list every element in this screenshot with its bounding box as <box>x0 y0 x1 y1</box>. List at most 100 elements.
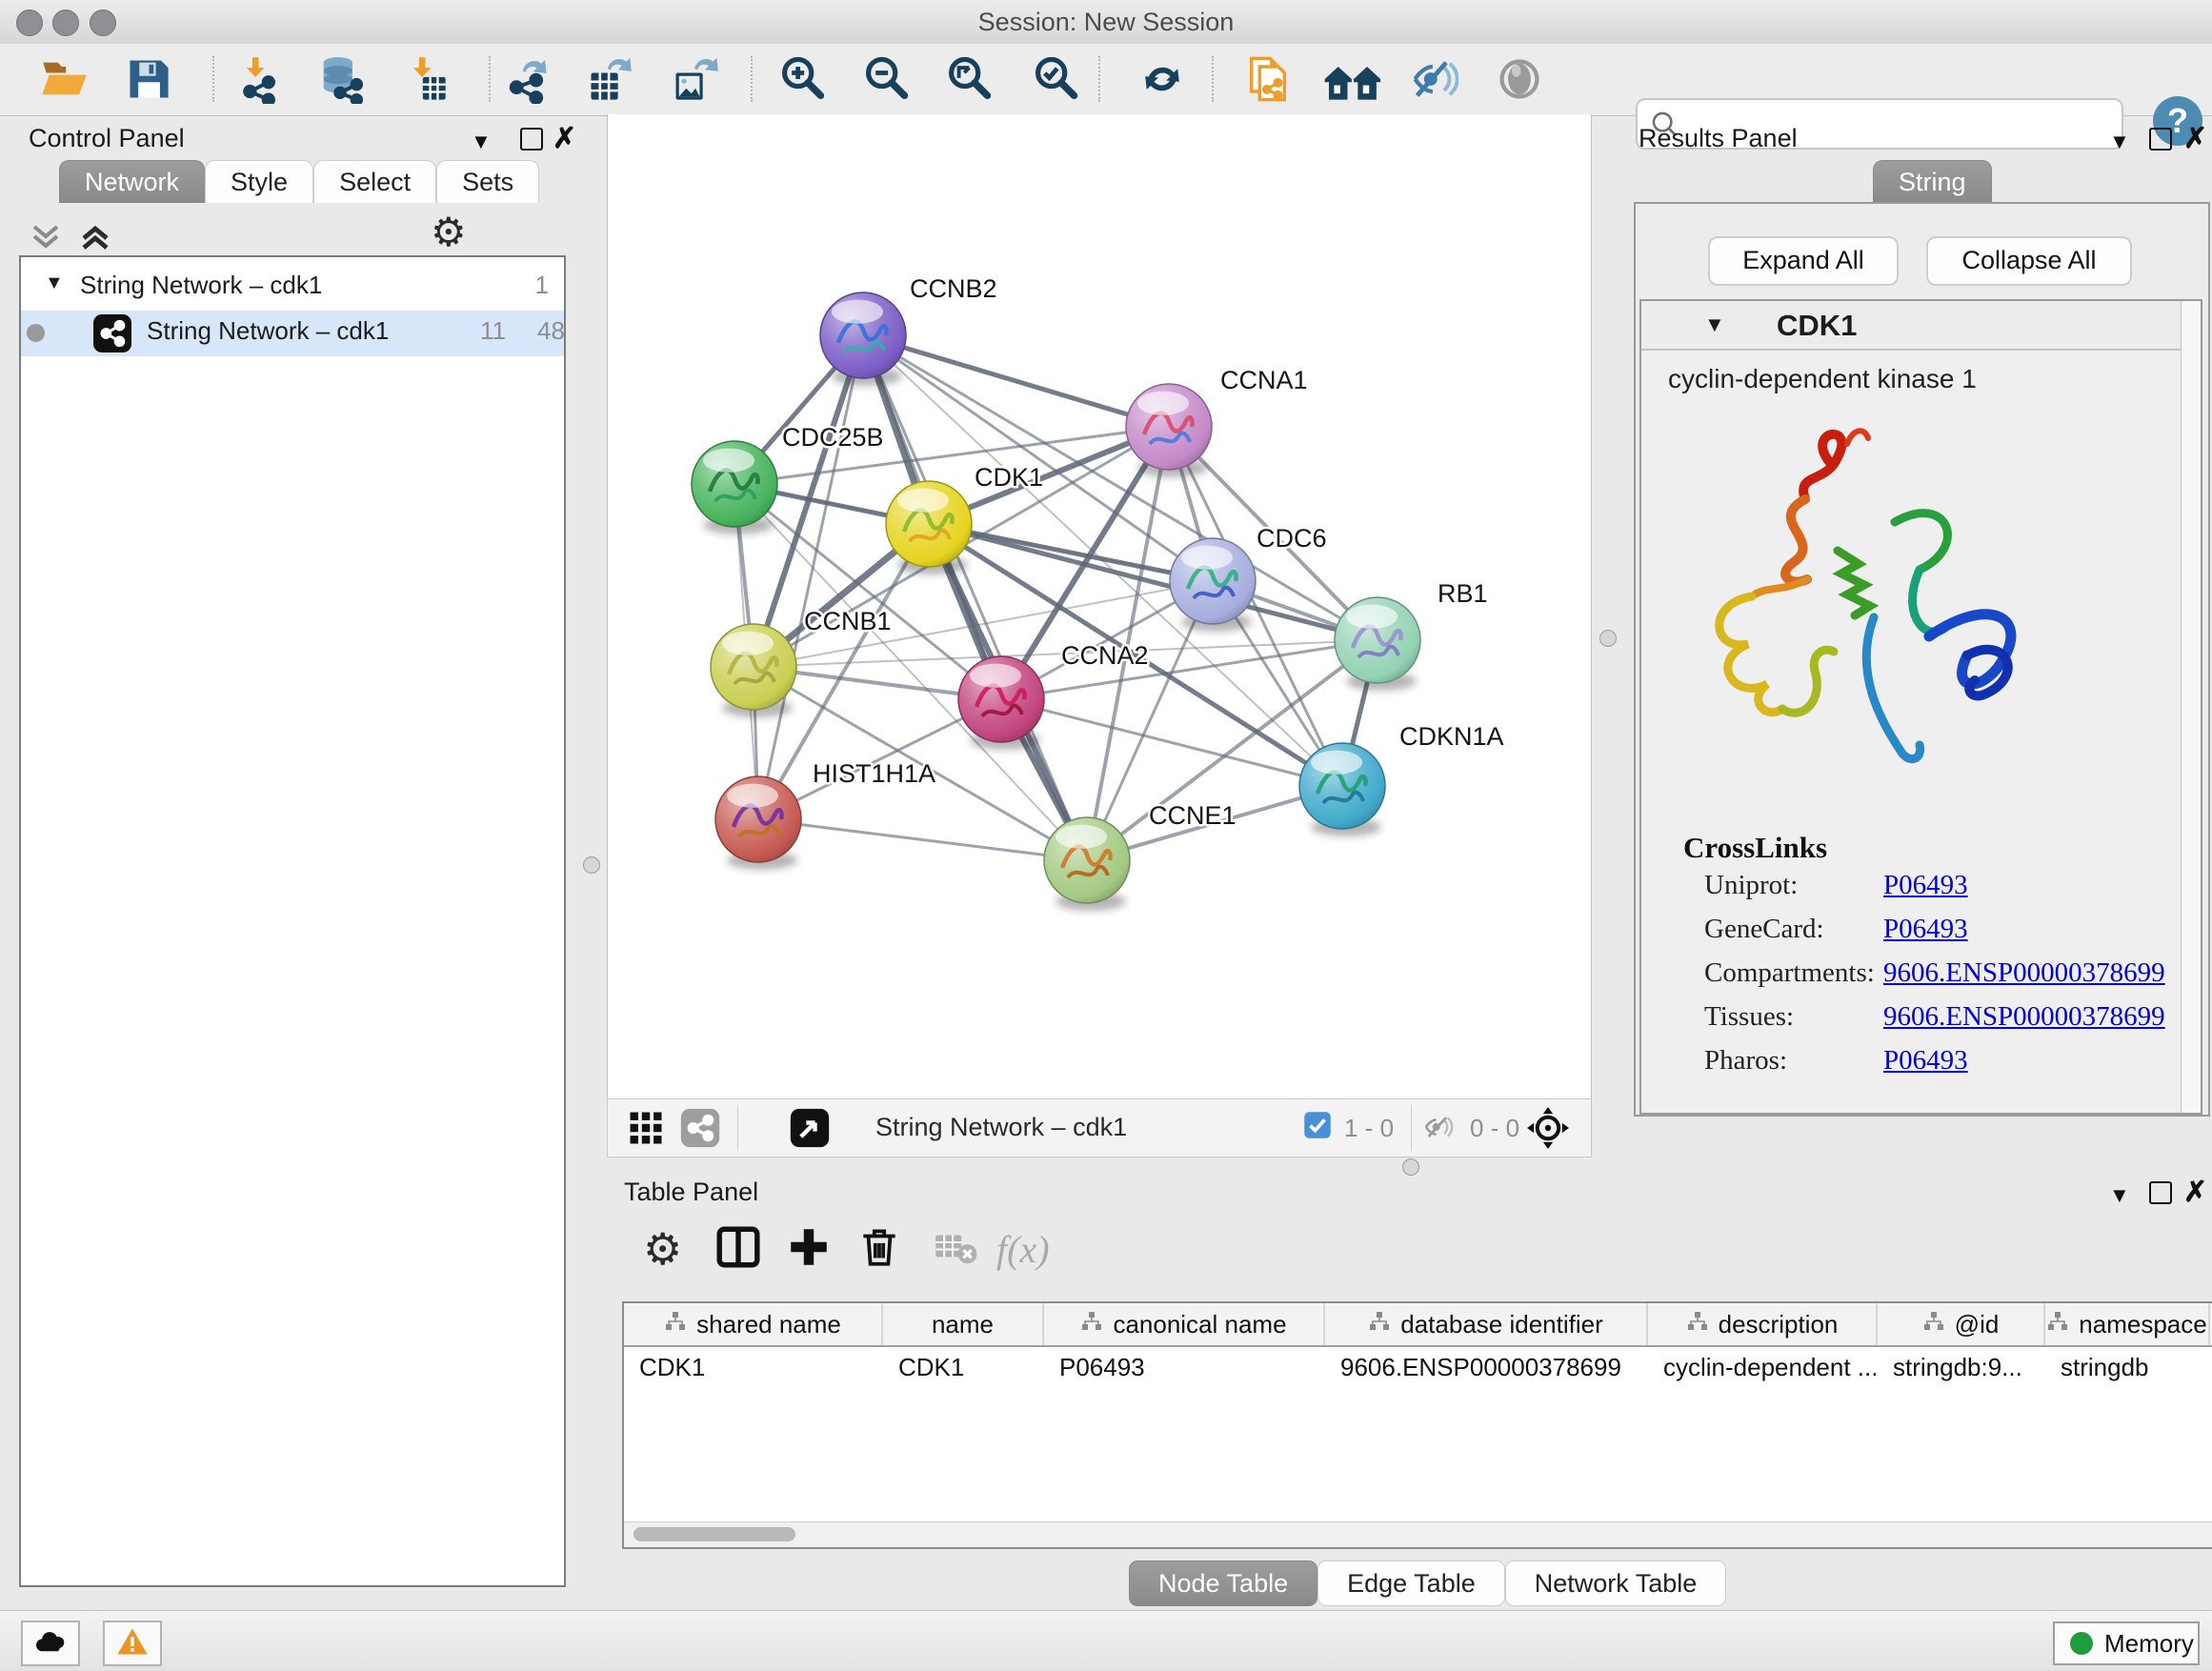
collapse-all-chevron-icon[interactable] <box>76 223 114 252</box>
zoom-in-icon[interactable] <box>777 54 827 104</box>
results-scrollbar[interactable] <box>2181 301 2201 1113</box>
copy-network-icon[interactable] <box>1243 54 1293 104</box>
show-all-icon[interactable] <box>1495 54 1544 104</box>
network-edge[interactable] <box>758 335 863 819</box>
left-splitter-handle[interactable] <box>583 856 600 874</box>
cloud-status-button[interactable] <box>21 1621 80 1666</box>
crosslink-link[interactable]: P06493 <box>1883 870 1968 901</box>
zoom-out-icon[interactable] <box>861 54 911 104</box>
network-view-icon[interactable] <box>679 1107 721 1149</box>
column-header-database-identifier[interactable]: database identifier <box>1325 1303 1648 1345</box>
right-splitter-handle[interactable] <box>1599 630 1617 647</box>
selected-checkbox-icon[interactable] <box>1303 1111 1332 1139</box>
network-collection-row[interactable]: ▼ String Network – cdk1 1 <box>21 265 564 311</box>
table-horizontal-scrollbar[interactable] <box>624 1521 2212 1547</box>
network-node-CCNE1[interactable] <box>1044 817 1130 911</box>
network-node-CDK1[interactable] <box>886 481 972 574</box>
control-panel-close-icon[interactable]: ✗ <box>553 122 576 155</box>
show-columns-icon[interactable] <box>714 1223 762 1271</box>
network-edge[interactable] <box>1001 699 1342 786</box>
delete-table-icon[interactable] <box>932 1223 979 1271</box>
network-options-gear-icon[interactable]: ⚙ <box>431 213 467 252</box>
network-node-CCNB1[interactable] <box>711 624 796 717</box>
hide-selected-icon[interactable] <box>1409 54 1458 104</box>
cdk1-collapse-icon[interactable]: ▼ <box>1704 312 1725 337</box>
network-node-RB1[interactable] <box>1335 597 1420 691</box>
network-node-CDC6[interactable] <box>1170 538 1256 632</box>
network-node-CDC25B[interactable] <box>692 441 777 534</box>
open-session-icon[interactable] <box>39 54 89 104</box>
add-column-icon[interactable] <box>785 1223 833 1271</box>
warnings-button[interactable] <box>103 1621 162 1666</box>
open-in-window-icon[interactable] <box>789 1107 831 1149</box>
results-panel-close-icon[interactable]: ✗ <box>2183 122 2207 155</box>
tab-network[interactable]: Network <box>59 160 205 203</box>
column-header-name[interactable]: name <box>883 1303 1044 1345</box>
control-panel-collapse-icon[interactable]: ▼ <box>471 130 492 154</box>
crosslink-link[interactable]: 9606.ENSP00000378699 <box>1883 957 2165 989</box>
table-panel-collapse-icon[interactable]: ▼ <box>2109 1183 2130 1208</box>
crosslink-link[interactable]: 9606.ENSP00000378699 <box>1883 1001 2165 1033</box>
import-network-database-icon[interactable] <box>315 54 365 104</box>
table-row[interactable]: CDK1CDK1P064939606.ENSP00000378699cyclin… <box>624 1347 2212 1389</box>
tab-string[interactable]: String <box>1873 160 1992 203</box>
table-cell[interactable]: cyclin-dependent ... <box>1648 1347 1878 1389</box>
import-network-file-icon[interactable] <box>233 54 283 104</box>
delete-column-icon[interactable] <box>855 1223 903 1271</box>
column-header-shared-name[interactable]: shared name <box>624 1303 883 1345</box>
network-edge[interactable] <box>863 335 1169 427</box>
expand-all-button[interactable]: Expand All <box>1708 236 1899 286</box>
column-header-canonical-name[interactable]: canonical name <box>1044 1303 1325 1345</box>
zoom-selected-icon[interactable] <box>1031 54 1080 104</box>
bottom-splitter-handle[interactable] <box>1402 1158 1419 1176</box>
crosslink-link[interactable]: P06493 <box>1883 1045 1968 1077</box>
network-canvas[interactable]: CCNB2CCNA1CDC25BCDK1CDC6RB1CCNB1CCNA2CDK… <box>607 114 1592 1098</box>
cdk1-section-header[interactable]: ▼ CDK1 <box>1641 301 2201 351</box>
tab-network-table[interactable]: Network Table <box>1505 1560 1727 1606</box>
table-cell[interactable]: P06493 <box>1044 1347 1325 1389</box>
tab-select[interactable]: Select <box>313 160 436 203</box>
table-cell[interactable]: 9606.ENSP00000378699 <box>1325 1347 1648 1389</box>
tab-node-table[interactable]: Node Table <box>1129 1560 1317 1606</box>
table-panel-float-icon[interactable] <box>2149 1181 2172 1204</box>
grid-view-icon[interactable] <box>625 1107 667 1149</box>
table-cell[interactable]: CDK1 <box>883 1347 1044 1389</box>
expand-all-chevron-icon[interactable] <box>27 223 65 252</box>
export-table-icon[interactable] <box>585 54 634 104</box>
network-node-CDKN1A[interactable] <box>1299 743 1385 836</box>
column-header--id[interactable]: @id <box>1878 1303 2045 1345</box>
collection-expand-icon[interactable]: ▼ <box>45 272 64 294</box>
network-row-selected[interactable]: String Network – cdk1 11 48 <box>21 311 564 356</box>
results-panel-collapse-icon[interactable]: ▼ <box>2109 130 2130 154</box>
hidden-eye-icon[interactable] <box>1423 1111 1456 1143</box>
birds-eye-view-icon[interactable] <box>1525 1105 1571 1151</box>
memory-button[interactable]: Memory <box>2053 1621 2200 1665</box>
table-scrollbar-thumb[interactable] <box>633 1527 795 1541</box>
network-node-HIST1H1A[interactable] <box>715 776 801 870</box>
table-panel-close-icon[interactable]: ✗ <box>2183 1176 2207 1209</box>
network-node-CCNA1[interactable] <box>1126 384 1212 477</box>
network-edge[interactable] <box>758 819 1087 860</box>
function-builder-icon[interactable]: f(x) <box>996 1227 1044 1275</box>
table-cell[interactable]: stringdb <box>2045 1347 2210 1389</box>
zoom-fit-icon[interactable] <box>944 54 994 104</box>
export-network-icon[interactable] <box>502 54 552 104</box>
column-hierarchy-icon <box>2046 1310 2069 1339</box>
tab-sets[interactable]: Sets <box>436 160 539 203</box>
crosslink-link[interactable]: P06493 <box>1883 914 1968 945</box>
export-image-icon[interactable] <box>670 54 719 104</box>
import-table-file-icon[interactable] <box>400 54 450 104</box>
apply-layout-icon[interactable] <box>1137 54 1187 104</box>
column-header-namespace[interactable]: namespace <box>2045 1303 2210 1345</box>
table-settings-gear-icon[interactable]: ⚙ <box>643 1223 691 1271</box>
column-header-description[interactable]: description <box>1648 1303 1878 1345</box>
results-panel-float-icon[interactable] <box>2149 128 2172 151</box>
collapse-all-button[interactable]: Collapse All <box>1926 236 2132 286</box>
save-session-icon[interactable] <box>124 54 173 104</box>
first-neighbors-icon[interactable] <box>1322 54 1385 104</box>
table-cell[interactable]: stringdb:9... <box>1878 1347 2045 1389</box>
tab-style[interactable]: Style <box>205 160 313 203</box>
table-cell[interactable]: CDK1 <box>624 1347 883 1389</box>
tab-edge-table[interactable]: Edge Table <box>1317 1560 1505 1606</box>
control-panel-float-icon[interactable] <box>520 128 543 151</box>
